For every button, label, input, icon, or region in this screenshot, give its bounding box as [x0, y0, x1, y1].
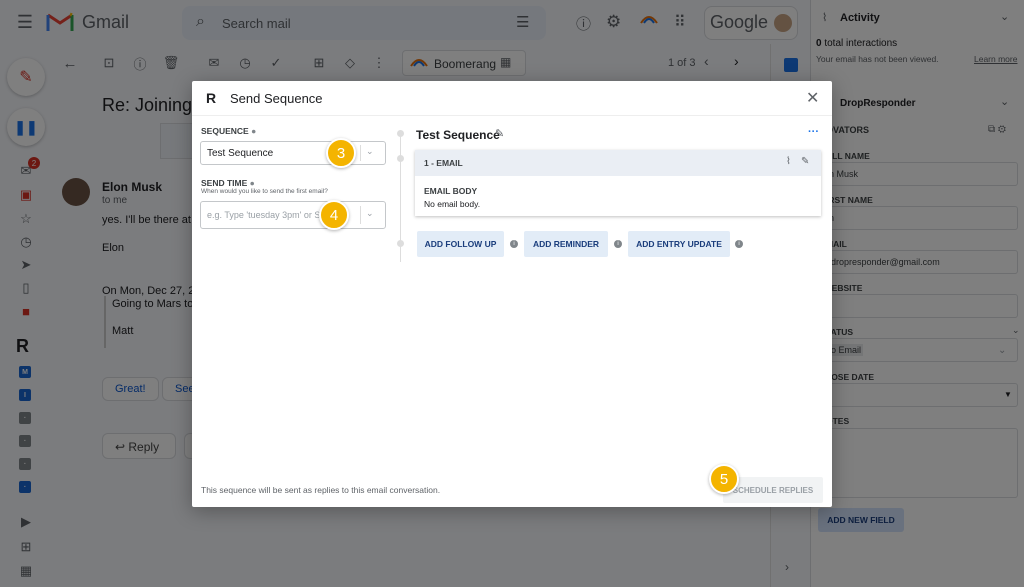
more-horiz-icon[interactable]: ··· [808, 126, 819, 138]
send-time-placeholder: e.g. Type 'tuesday 3pm' or Se [207, 210, 326, 220]
step-badge-4: 4 [319, 200, 349, 230]
select-separator [360, 145, 361, 161]
info-icon[interactable]: i [614, 240, 622, 248]
add-follow-up-button[interactable]: ADD FOLLOW UP [417, 231, 504, 257]
sequence-select-value: Test Sequence [207, 148, 274, 159]
info-icon[interactable]: ● [251, 126, 256, 136]
timeline-dot [397, 155, 404, 162]
close-icon[interactable]: ✕ [806, 88, 819, 108]
sequence-label-text: SEQUENCE [201, 126, 249, 136]
add-reminder-button[interactable]: ADD REMINDER [524, 231, 608, 257]
step-badge-3: 3 [326, 138, 356, 168]
timeline-dot [397, 240, 404, 247]
edit-pencil-icon[interactable]: ✎ [801, 156, 809, 167]
dropresponder-logo-icon: R [202, 89, 220, 107]
email-step-header [415, 150, 821, 176]
send-time-label: SEND TIME ● [201, 178, 255, 188]
info-icon[interactable]: i [735, 240, 743, 248]
info-icon[interactable]: i [510, 240, 518, 248]
email-body-label: EMAIL BODY [424, 186, 478, 196]
email-body-value: No email body. [424, 199, 481, 209]
send-time-help: When would you like to send the first em… [201, 188, 328, 195]
chevron-down-icon[interactable]: ⌄ [366, 146, 374, 157]
edit-pencil-icon[interactable]: ✎ [495, 127, 504, 140]
modal-divider [192, 115, 832, 116]
add-entry-update-button[interactable]: ADD ENTRY UPDATE [628, 231, 730, 257]
modal-title: Send Sequence [230, 91, 323, 106]
chevron-down-icon[interactable]: ⌄ [366, 208, 374, 219]
sequence-label: SEQUENCE ● [201, 126, 256, 136]
timeline-dot [397, 130, 404, 137]
sequence-name: Test Sequence [416, 128, 500, 142]
select-separator [360, 206, 361, 224]
send-time-label-text: SEND TIME [201, 178, 248, 188]
stats-icon[interactable]: ⌇ [786, 156, 791, 167]
email-step-title: 1 - EMAIL [424, 158, 463, 168]
info-icon[interactable]: ● [250, 178, 255, 188]
step-badge-5: 5 [709, 464, 739, 494]
modal-footer-note: This sequence will be sent as replies to… [201, 485, 441, 495]
